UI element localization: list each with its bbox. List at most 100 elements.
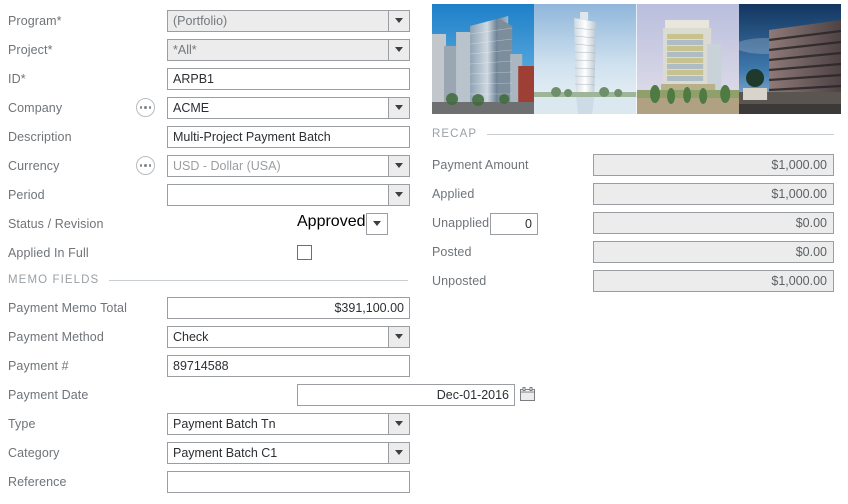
type-select-value: Payment Batch Tn bbox=[167, 413, 388, 435]
payment-memo-total-input[interactable]: $391,100.00 bbox=[167, 297, 410, 319]
building-photo-glass-tower bbox=[432, 4, 534, 114]
form-row-type: Type Payment Batch Tn bbox=[0, 409, 424, 438]
form-row-id: ID* ARPB1 bbox=[0, 64, 424, 93]
form-left-column: Program* (Portfolio) Project* *All* bbox=[0, 0, 424, 504]
control-area-program: (Portfolio) bbox=[130, 6, 424, 35]
payment-batch-form: Program* (Portfolio) Project* *All* bbox=[0, 0, 848, 504]
building-photo-waterfront-tower bbox=[534, 4, 636, 114]
id-input[interactable]: ARPB1 bbox=[167, 68, 410, 90]
description-input[interactable]: Multi-Project Payment Batch bbox=[167, 126, 410, 148]
company-lookup-ellipsis-button[interactable] bbox=[136, 98, 155, 117]
ellipsis-icon bbox=[140, 164, 143, 167]
recap-row-unapplied: Unapplied $0.00 bbox=[424, 208, 848, 237]
label-applied-in-full: Applied In Full bbox=[0, 246, 130, 260]
form-row-payment-method: Payment Method Check bbox=[0, 322, 424, 351]
period-select[interactable] bbox=[167, 184, 410, 206]
control-area-period bbox=[130, 180, 424, 209]
memo-fields-title: MEMO FIELDS bbox=[8, 274, 99, 286]
company-select[interactable]: ACME bbox=[167, 97, 410, 119]
memo-fields-section-header: MEMO FIELDS bbox=[0, 267, 424, 293]
label-unposted: Unposted bbox=[424, 274, 589, 288]
project-dropdown-arrow-button[interactable] bbox=[388, 39, 410, 61]
recap-posted-value: $0.00 bbox=[593, 241, 834, 263]
program-select[interactable]: (Portfolio) bbox=[167, 10, 410, 32]
ellipsis-icon bbox=[144, 106, 147, 109]
label-payment-date: Payment Date bbox=[0, 388, 130, 402]
currency-select[interactable]: USD - Dollar (USA) bbox=[167, 155, 410, 177]
chevron-down-icon bbox=[395, 47, 403, 52]
label-currency: Currency bbox=[0, 159, 130, 173]
chevron-down-icon bbox=[373, 221, 381, 226]
type-dropdown-arrow-button[interactable] bbox=[388, 413, 410, 435]
status-select-value: Approved bbox=[297, 213, 366, 235]
recap-row-payment-amount: Payment Amount $1,000.00 bbox=[424, 150, 848, 179]
chevron-down-icon bbox=[395, 192, 403, 197]
control-area-payment-method: Check bbox=[130, 322, 424, 351]
recap-row-unposted: Unposted $1,000.00 bbox=[424, 266, 848, 295]
payment-method-dropdown-arrow-button[interactable] bbox=[388, 326, 410, 348]
form-row-reference: Reference bbox=[0, 467, 424, 496]
label-posted: Posted bbox=[424, 245, 589, 259]
chevron-down-icon bbox=[395, 163, 403, 168]
period-select-value bbox=[167, 184, 388, 206]
control-area-company: ACME bbox=[130, 93, 424, 122]
type-select[interactable]: Payment Batch Tn bbox=[167, 413, 410, 435]
chevron-down-icon bbox=[395, 421, 403, 426]
label-applied: Applied bbox=[424, 187, 589, 201]
ellipsis-icon bbox=[149, 106, 152, 109]
label-project: Project* bbox=[0, 43, 130, 57]
applied-in-full-checkbox[interactable] bbox=[297, 245, 312, 260]
control-area-applied-in-full bbox=[130, 238, 424, 267]
building-photo-rendering bbox=[637, 4, 739, 114]
label-status-revision: Status / Revision bbox=[0, 217, 130, 231]
project-select-value: *All* bbox=[167, 39, 388, 61]
recap-title: RECAP bbox=[432, 128, 477, 140]
company-select-value: ACME bbox=[167, 97, 388, 119]
label-program: Program* bbox=[0, 14, 130, 28]
category-select[interactable]: Payment Batch C1 bbox=[167, 442, 410, 464]
label-period: Period bbox=[0, 188, 130, 202]
program-select-value: (Portfolio) bbox=[167, 10, 388, 32]
form-row-company: Company ACME bbox=[0, 93, 424, 122]
section-divider bbox=[109, 280, 408, 281]
currency-lookup-ellipsis-button[interactable] bbox=[136, 156, 155, 175]
control-area-type: Payment Batch Tn bbox=[130, 409, 424, 438]
status-dropdown-arrow-button[interactable] bbox=[366, 213, 388, 235]
label-reference: Reference bbox=[0, 475, 130, 489]
recap-section-header: RECAP bbox=[424, 123, 848, 145]
payment-method-select-value: Check bbox=[167, 326, 388, 348]
control-area-payment-date: Dec-01-2016 bbox=[130, 380, 424, 409]
category-select-value: Payment Batch C1 bbox=[167, 442, 388, 464]
currency-dropdown-arrow-button[interactable] bbox=[388, 155, 410, 177]
company-dropdown-arrow-button[interactable] bbox=[388, 97, 410, 119]
control-area-payment-memo-total: $391,100.00 bbox=[130, 293, 424, 322]
payment-number-input[interactable]: 89714588 bbox=[167, 355, 410, 377]
recap-unposted-value: $1,000.00 bbox=[593, 270, 834, 292]
project-select[interactable]: *All* bbox=[167, 39, 410, 61]
payment-method-select[interactable]: Check bbox=[167, 326, 410, 348]
chevron-down-icon bbox=[395, 105, 403, 110]
label-category: Category bbox=[0, 446, 130, 460]
label-description: Description bbox=[0, 130, 130, 144]
recap-applied-value: $1,000.00 bbox=[593, 183, 834, 205]
form-row-category: Category Payment Batch C1 bbox=[0, 438, 424, 467]
ellipsis-icon bbox=[140, 106, 143, 109]
label-unapplied: Unapplied bbox=[424, 216, 589, 230]
category-dropdown-arrow-button[interactable] bbox=[388, 442, 410, 464]
period-dropdown-arrow-button[interactable] bbox=[388, 184, 410, 206]
control-area-currency: USD - Dollar (USA) bbox=[130, 151, 424, 180]
ellipsis-icon bbox=[144, 164, 147, 167]
recap-payment-amount-value: $1,000.00 bbox=[593, 154, 834, 176]
recap-row-posted: Posted $0.00 bbox=[424, 237, 848, 266]
reference-input[interactable] bbox=[167, 471, 410, 493]
label-id: ID* bbox=[0, 72, 130, 86]
program-dropdown-arrow-button[interactable] bbox=[388, 10, 410, 32]
form-row-description: Description Multi-Project Payment Batch bbox=[0, 122, 424, 151]
control-area-status-revision: Approved 0 bbox=[130, 209, 424, 238]
control-area-reference bbox=[130, 467, 424, 496]
form-row-payment-date: Payment Date Dec-01-2016 bbox=[0, 380, 424, 409]
form-row-status-revision: Status / Revision Approved 0 bbox=[0, 209, 424, 238]
chevron-down-icon bbox=[395, 18, 403, 23]
label-company: Company bbox=[0, 101, 130, 115]
form-row-period: Period bbox=[0, 180, 424, 209]
